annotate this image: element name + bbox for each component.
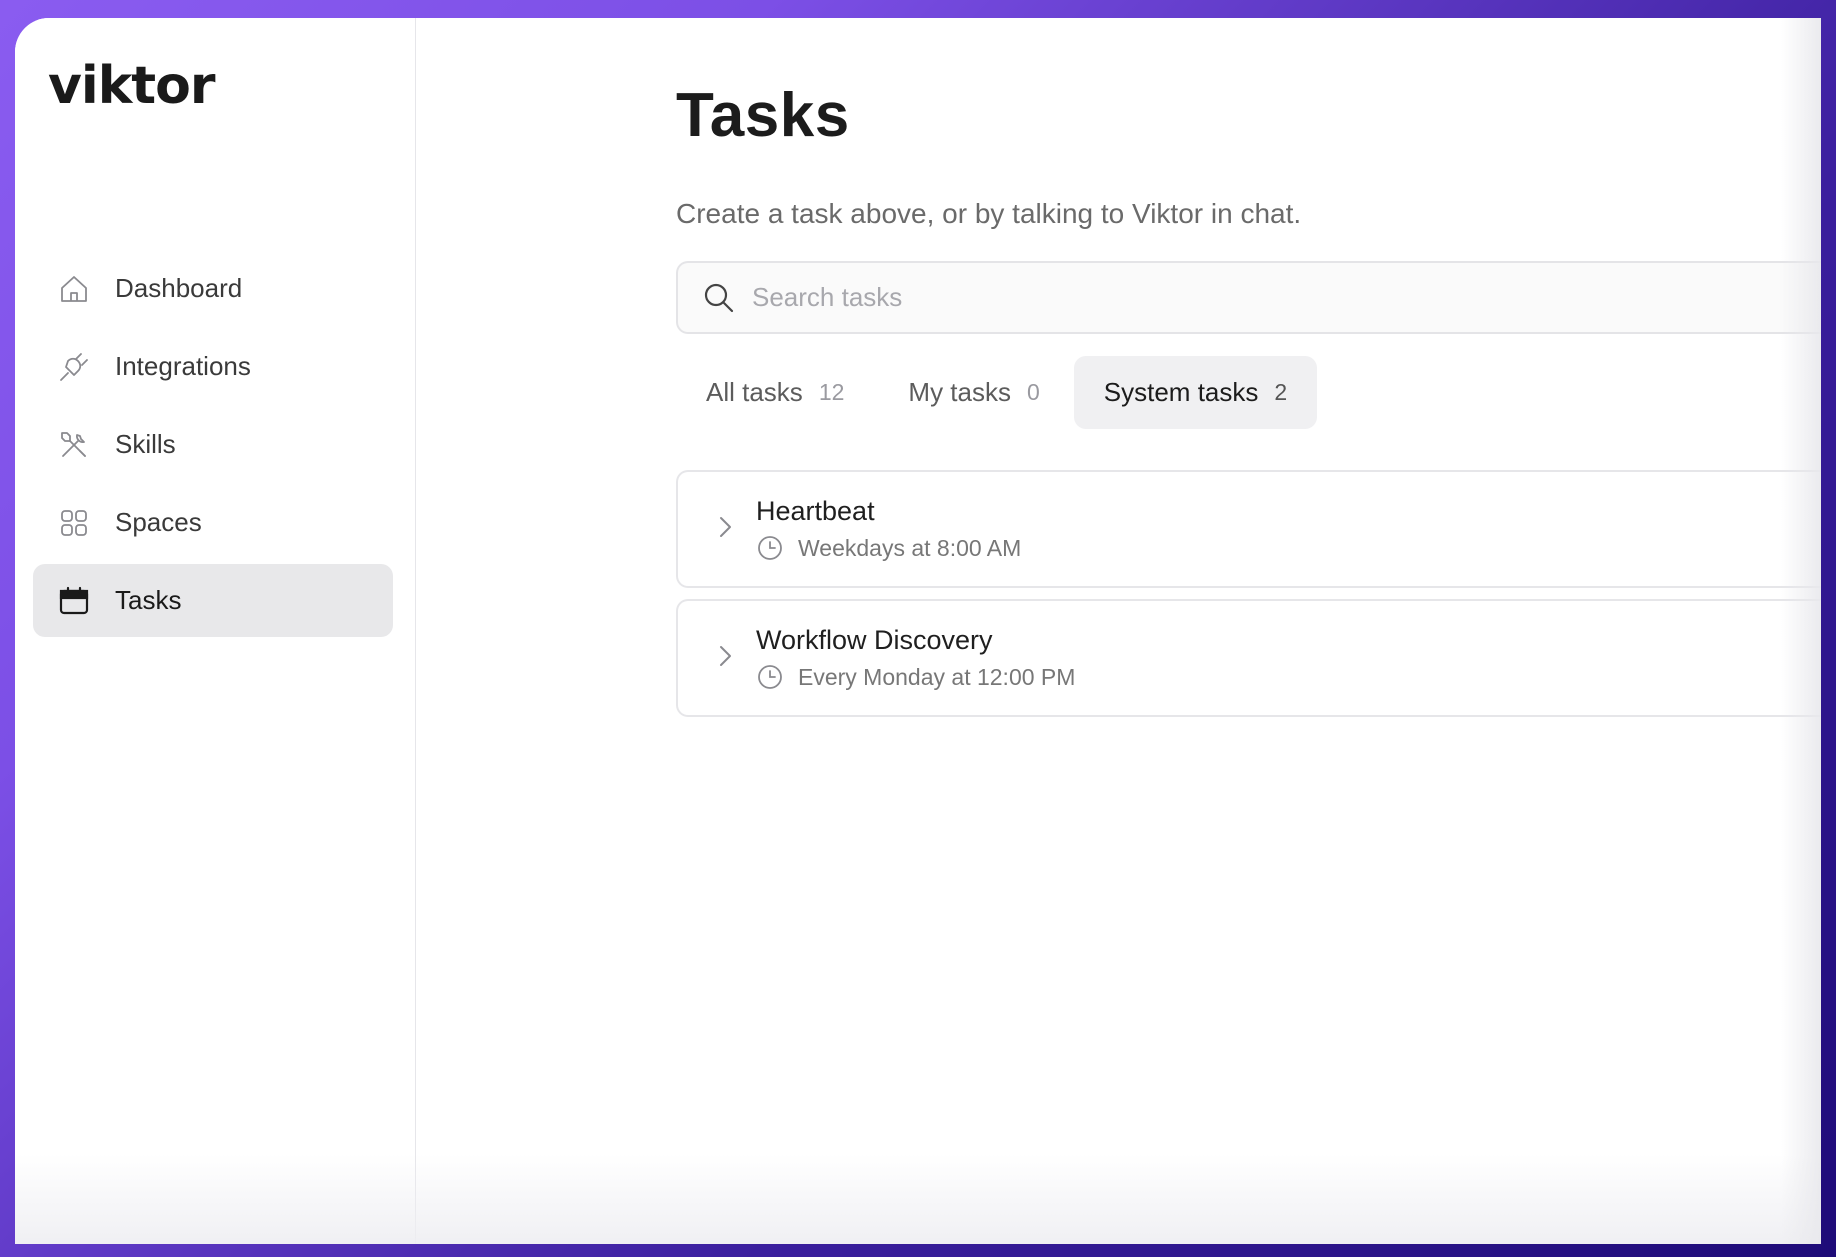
task-schedule-text: Every Monday at 12:00 PM (798, 663, 1076, 690)
page-title: Tasks (676, 81, 850, 150)
sidebar-item-integrations[interactable]: Integrations (33, 330, 393, 403)
task-schedule-text: Weekdays at 8:00 AM (798, 534, 1022, 561)
sidebar-item-label: Spaces (115, 507, 202, 537)
task-schedule: Every Monday at 12:00 PM (756, 663, 1075, 691)
tab-all-tasks[interactable]: All tasks 12 (676, 356, 874, 429)
search-input[interactable] (752, 282, 1652, 313)
tab-count: 12 (818, 379, 845, 405)
tab-label: All tasks (706, 377, 803, 407)
sidebar-item-label: Dashboard (115, 273, 243, 303)
task-schedule: Weekdays at 8:00 AM (756, 534, 1021, 562)
task-name: Workflow Discovery (756, 625, 993, 655)
viktor-logo[interactable]: viktor (48, 56, 216, 116)
page-subtitle: Create a task above, or by talking to Vi… (676, 198, 1302, 229)
search-icon (704, 283, 734, 312)
search-bar (676, 261, 1821, 334)
sidebar-item-tasks[interactable]: Tasks (33, 564, 393, 637)
clock-icon (758, 665, 782, 689)
chevron-right-icon[interactable] (712, 512, 738, 542)
main-content: Tasks Create a task above, or by talking… (417, 18, 1821, 1244)
tab-label: System tasks (1103, 377, 1259, 407)
sidebar-item-label: Skills (115, 429, 176, 459)
sidebar-item-spaces[interactable]: Spaces (33, 486, 393, 559)
calendar-icon (57, 584, 91, 618)
sidebar-item-dashboard[interactable]: Dashboard (33, 252, 393, 325)
tab-count: 2 (1274, 379, 1288, 405)
task-tabs: All tasks 12 My tasks 0 System tasks 2 (676, 356, 1321, 429)
tab-label: My tasks (908, 377, 1011, 407)
task-list: Heartbeat Weekdays at 8:00 AM Workflow D… (676, 470, 1821, 728)
sidebar-nav: Dashboard Integrations Skills Spaces Tas… (33, 252, 393, 642)
app-window: viktor Dashboard Integrations Skills Spa… (15, 18, 1821, 1244)
sidebar: viktor Dashboard Integrations Skills Spa… (15, 18, 416, 1244)
sidebar-item-skills[interactable]: Skills (33, 408, 393, 481)
tab-system-tasks[interactable]: System tasks 2 (1073, 356, 1318, 429)
plug-icon (57, 350, 91, 384)
task-name: Heartbeat (756, 496, 875, 526)
chevron-right-icon[interactable] (712, 641, 738, 671)
tab-count: 0 (1026, 379, 1040, 405)
grid-icon (57, 506, 91, 540)
clock-icon (758, 536, 782, 560)
tools-icon (57, 428, 91, 462)
sidebar-item-label: Integrations (115, 351, 251, 381)
tab-my-tasks[interactable]: My tasks 0 (878, 356, 1069, 429)
sidebar-item-label: Tasks (115, 585, 182, 615)
task-card-heartbeat[interactable]: Heartbeat Weekdays at 8:00 AM (676, 470, 1821, 588)
home-icon (57, 272, 91, 306)
task-card-workflow-discovery[interactable]: Workflow Discovery Every Monday at 12:00… (676, 599, 1821, 717)
